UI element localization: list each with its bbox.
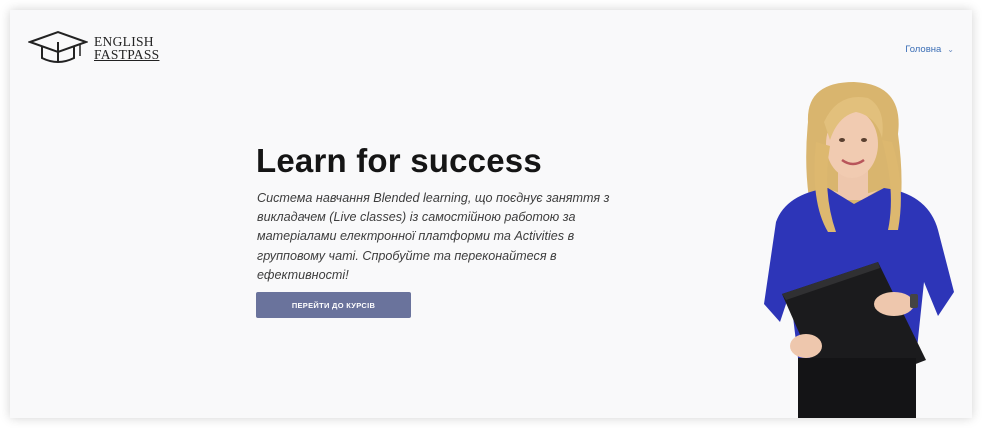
hero-description-line: ефективності!	[257, 267, 349, 282]
site-header: ENGLISH FASTPASS Головна ⌄	[10, 10, 972, 80]
go-to-courses-button[interactable]: ПЕРЕЙТИ ДО КУРСІВ	[256, 292, 411, 318]
graduation-cap-icon	[28, 28, 88, 68]
nav-home-label[interactable]: Головна	[905, 44, 941, 55]
chevron-down-icon[interactable]: ⌄	[947, 45, 954, 54]
hero-description-line: Система навчання Blended learning, що по…	[257, 191, 610, 205]
teacher-photo	[746, 82, 966, 418]
hero-description: Система навчання Blended learning, що по…	[257, 189, 707, 285]
page-frame: ENGLISH FASTPASS Головна ⌄ Learn for suc…	[10, 10, 972, 418]
logo-line-2: FASTPASS	[94, 47, 160, 62]
hero-description-line: групповому чаті. Спробуйте та переконайт…	[257, 248, 557, 263]
hero-title: Learn for success	[256, 142, 542, 179]
hero-description-line: матеріалами електронної платформи та Act…	[257, 229, 575, 244]
nav-home-dropdown[interactable]: Головна ⌄	[905, 44, 954, 55]
logo-text: ENGLISH FASTPASS	[94, 35, 160, 62]
logo[interactable]: ENGLISH FASTPASS	[28, 26, 159, 70]
hero-description-line: викладачем (Live classes) із самостійною…	[257, 210, 576, 225]
